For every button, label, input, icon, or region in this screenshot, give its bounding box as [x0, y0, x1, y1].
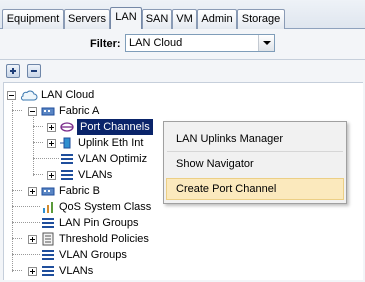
tree-node-vlans[interactable]: VLANs	[0, 263, 200, 279]
tab-storage[interactable]: Storage	[237, 9, 285, 29]
expand-toggle[interactable]	[28, 187, 37, 196]
menu-item-show-navigator[interactable]: Show Navigator	[166, 153, 344, 175]
tab-admin[interactable]: Admin	[197, 9, 237, 29]
switch-icon	[41, 187, 55, 196]
context-menu: LAN Uplinks Manager Show Navigator Creat…	[163, 121, 347, 204]
filter-dropdown[interactable]: LAN Cloud	[125, 34, 275, 52]
menu-item-create-port-channel[interactable]: Create Port Channel	[166, 178, 344, 200]
tab-strip: Equipment Servers LAN SAN VM Admin Stora…	[0, 0, 365, 30]
ethernet-port-icon	[60, 137, 71, 149]
list-icon	[42, 250, 54, 260]
expand-toggle[interactable]	[47, 171, 56, 180]
filter-value: LAN Cloud	[129, 37, 183, 49]
list-icon	[42, 218, 54, 228]
tab-vm[interactable]: VM	[172, 9, 197, 29]
tab-san[interactable]: SAN	[142, 9, 172, 29]
tree-node-fabric-a[interactable]: Fabric A	[0, 103, 200, 119]
collapse-toggle[interactable]	[28, 107, 37, 116]
tree-node-threshold-policies[interactable]: Threshold Policies	[0, 231, 200, 247]
expand-toggle[interactable]	[28, 235, 37, 244]
collapse-all-button[interactable]	[27, 64, 41, 78]
collapse-toggle[interactable]	[7, 91, 16, 100]
policy-icon	[42, 232, 54, 246]
expand-toggle[interactable]	[28, 267, 37, 276]
expand-all-button[interactable]	[6, 64, 20, 78]
chevron-down-icon[interactable]	[258, 35, 274, 51]
tab-lan[interactable]: LAN	[110, 7, 142, 30]
qos-icon	[43, 202, 53, 213]
tab-equipment[interactable]: Equipment	[2, 9, 64, 29]
menu-separator	[167, 151, 343, 152]
port-channel-icon	[60, 122, 74, 132]
expand-toggle[interactable]	[47, 123, 56, 132]
minus-icon	[31, 70, 37, 72]
list-icon	[61, 154, 73, 164]
expand-toggle[interactable]	[47, 139, 56, 148]
menu-item-lan-uplinks-manager[interactable]: LAN Uplinks Manager	[166, 128, 344, 150]
list-icon	[42, 266, 54, 276]
cloud-icon	[21, 90, 38, 101]
list-icon	[61, 170, 73, 180]
tree-node-vlan-groups[interactable]: VLAN Groups	[0, 247, 200, 263]
tree-node-lan-pin-groups[interactable]: LAN Pin Groups	[0, 215, 200, 231]
filter-label: Filter:	[90, 38, 121, 50]
tab-servers[interactable]: Servers	[64, 9, 110, 29]
divider	[0, 59, 365, 60]
tree-node-lan-cloud[interactable]: LAN Cloud	[0, 87, 200, 103]
switch-icon	[41, 107, 55, 116]
